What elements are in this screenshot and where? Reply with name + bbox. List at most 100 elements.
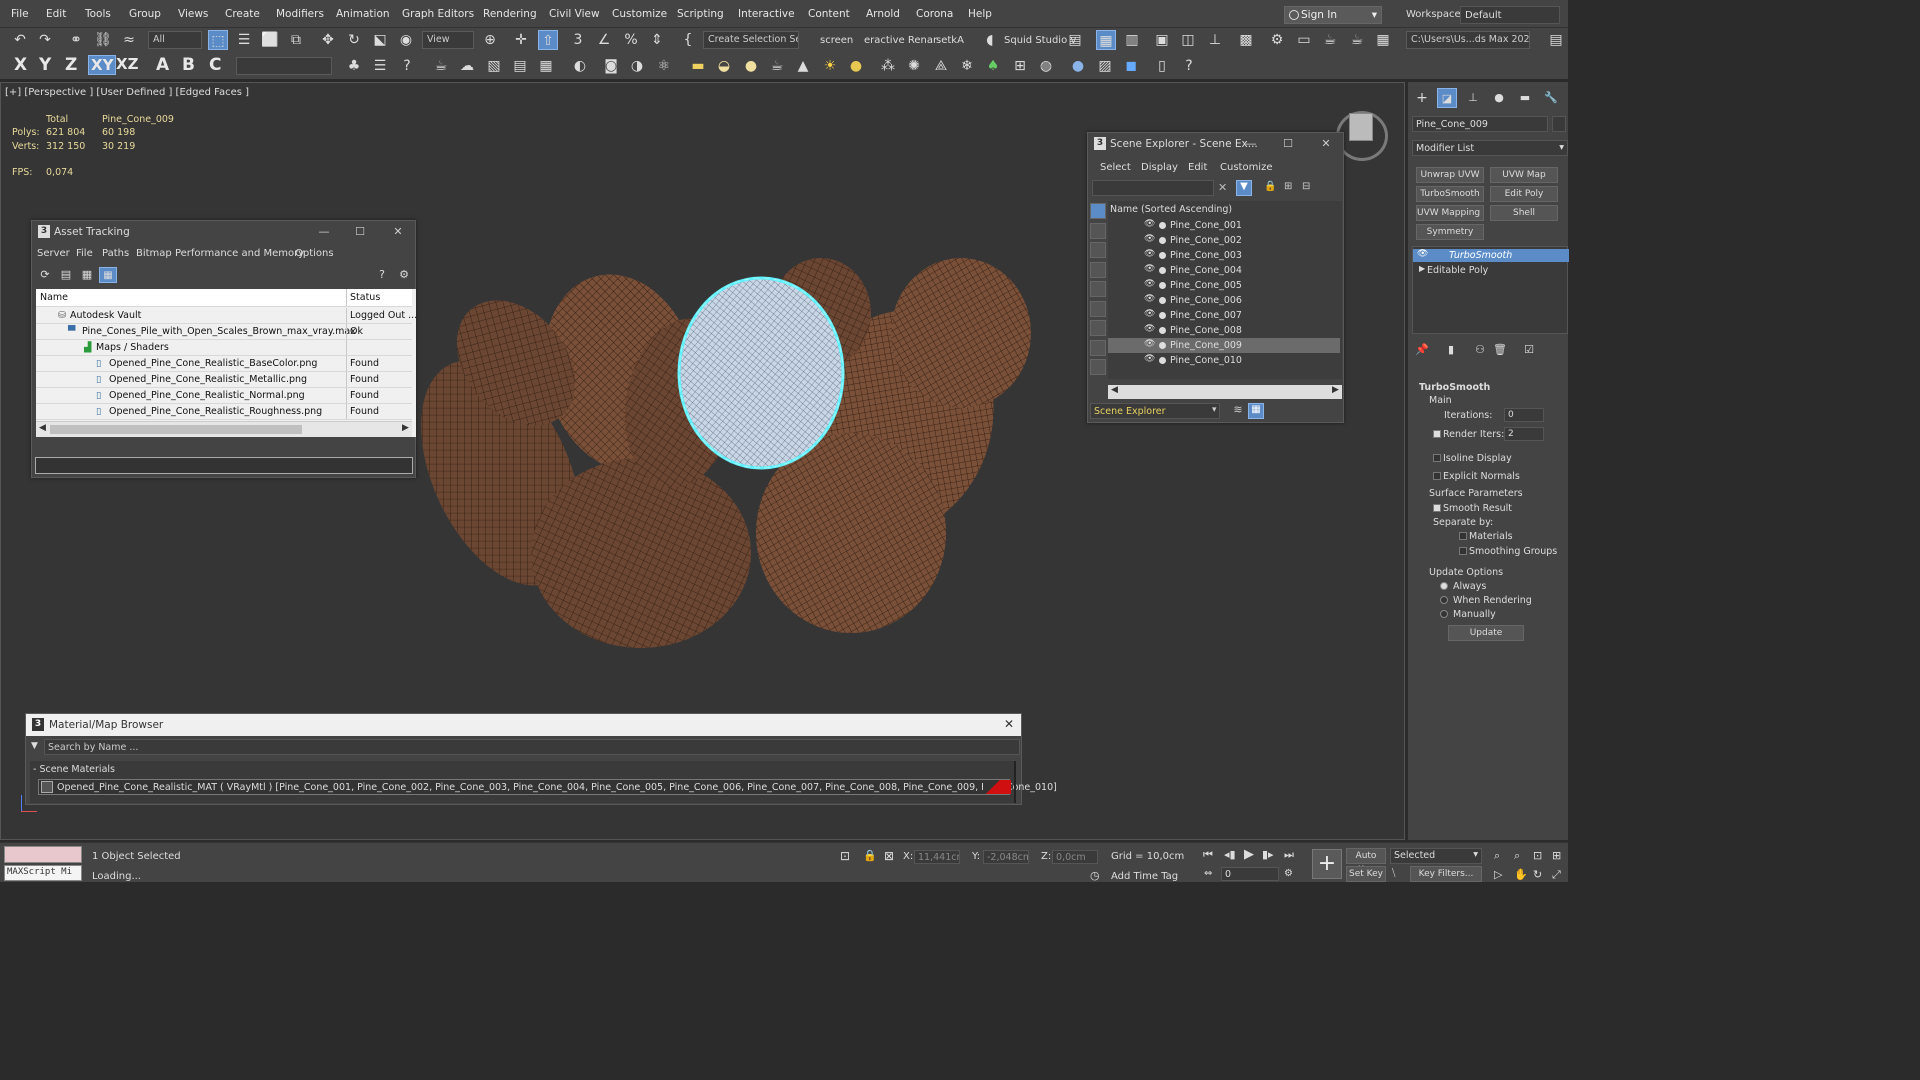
cloud-icon[interactable]: ☁ <box>457 56 477 76</box>
at-menu-paths[interactable]: Paths <box>102 248 129 259</box>
scroll-left-icon[interactable]: ◀ <box>39 423 46 433</box>
redo-icon[interactable]: ↷ <box>35 30 55 50</box>
render-grid-icon[interactable]: ▦ <box>1373 30 1393 50</box>
list-icon[interactable]: ☰ <box>370 56 390 76</box>
smooth-result-checkbox[interactable] <box>1433 504 1441 512</box>
make-unique-icon[interactable]: ⚇ <box>1470 340 1490 360</box>
toolbar-empty-dropdown[interactable] <box>236 57 332 75</box>
key-filters-button[interactable]: Key Filters... <box>1410 866 1482 882</box>
snaps-toggle-icon[interactable]: 3 <box>568 30 588 50</box>
scrollbar-thumb[interactable] <box>50 425 302 434</box>
set-key-button[interactable]: Set Key <box>1346 866 1386 882</box>
go-to-start-icon[interactable]: ⏮ <box>1203 848 1213 862</box>
table-row[interactable]: ▯ Opened_Pine_Cone_Realistic_Metallic.pn… <box>36 372 412 388</box>
spot-light-icon[interactable]: ▲ <box>793 56 813 76</box>
material-search-input[interactable]: Search by Name ... <box>44 739 1020 755</box>
explicit-normals-checkbox[interactable] <box>1433 472 1441 480</box>
visibility-eye-icon[interactable]: 👁 <box>1144 264 1155 274</box>
menu-interactive[interactable]: Interactive <box>738 8 795 20</box>
select-object-icon[interactable]: ⬚ <box>208 30 228 50</box>
menu-scripting[interactable]: Scripting <box>677 8 724 20</box>
horizontal-scrollbar[interactable]: ◀ ▶ <box>36 421 412 437</box>
stack-item-editable-poly[interactable]: ▶ Editable Poly <box>1413 264 1569 277</box>
menu-civil-view[interactable]: Civil View <box>549 8 600 20</box>
select-manipulate-icon[interactable]: ✛ <box>511 30 531 50</box>
chevron-down-icon[interactable]: ▾ <box>1212 405 1217 415</box>
particle-icon[interactable]: ⚛ <box>654 56 674 76</box>
materials-checkbox[interactable] <box>1459 532 1467 540</box>
list-item[interactable]: 👁 Pine_Cone_008 <box>1108 323 1340 338</box>
decal-icon[interactable]: ◍ <box>1036 56 1056 76</box>
orbit-icon[interactable]: ↻ <box>1533 868 1542 881</box>
axis-xy-button[interactable]: XY <box>88 55 117 75</box>
menu-views[interactable]: Views <box>178 8 208 20</box>
render-setup-icon[interactable]: ⚙ <box>1267 30 1287 50</box>
render-dot-icon[interactable] <box>1159 327 1166 334</box>
menu-edit[interactable]: Edit <box>46 8 66 20</box>
unlink-icon[interactable]: ⛓ <box>93 30 113 50</box>
maxscript-mini-listener[interactable]: MAXScript Mi <box>4 865 82 881</box>
maximize-icon[interactable]: ☐ <box>352 224 368 240</box>
exposure-icon[interactable]: ◑ <box>627 56 647 76</box>
project-path-dropdown[interactable]: C:\Users\Us...ds Max 2020 <box>1406 31 1530 49</box>
axis-xz-button[interactable]: XZ <box>116 55 138 73</box>
scene-search-input[interactable] <box>1092 180 1214 196</box>
manually-radio[interactable] <box>1440 610 1448 618</box>
table-view-icon[interactable]: ▦ <box>77 265 97 285</box>
at-menu-server[interactable]: Server <box>37 248 70 259</box>
visibility-eye-icon[interactable]: 👁 <box>1144 294 1155 304</box>
undo-icon[interactable]: ↶ <box>10 30 30 50</box>
close-icon[interactable]: ✕ <box>1318 136 1334 152</box>
display-xrefs-icon[interactable] <box>1090 359 1106 375</box>
list-view-icon[interactable]: ▤ <box>56 265 76 285</box>
play-icon[interactable]: ▶ <box>1244 847 1254 862</box>
displacement-icon[interactable]: ⟁ <box>931 56 951 76</box>
create-tab-icon[interactable]: + <box>1412 88 1432 108</box>
text-tool-b-icon[interactable]: B <box>182 55 195 75</box>
plane-light-icon[interactable]: ▬ <box>688 56 708 76</box>
absolute-mode-icon[interactable]: ⊠ <box>884 849 894 863</box>
render-dot-icon[interactable] <box>1159 282 1166 289</box>
lock-icon[interactable]: 🔒 <box>1264 181 1276 192</box>
visibility-eye-icon[interactable]: 👁 <box>1144 354 1155 364</box>
scene-materials-header[interactable]: - Scene Materials <box>33 764 115 775</box>
at-settings-icon[interactable]: ⚙ <box>394 265 414 285</box>
time-tag-icon[interactable]: ◷ <box>1090 869 1100 882</box>
axis-x-button[interactable]: X <box>14 55 27 75</box>
curve-editor-icon[interactable]: ◫ <box>1178 30 1198 50</box>
fur-icon[interactable]: ✺ <box>904 56 924 76</box>
menu-group[interactable]: Group <box>129 8 161 20</box>
scale-icon[interactable]: ⬕ <box>370 30 390 50</box>
se-menu-select[interactable]: Select <box>1100 162 1131 173</box>
display-lights-icon[interactable] <box>1090 262 1106 278</box>
close-icon[interactable]: ✕ <box>1004 717 1014 731</box>
menu-modifiers[interactable]: Modifiers <box>276 8 324 20</box>
layers-icon[interactable]: ⊟ <box>1302 181 1310 192</box>
sign-in-dropdown[interactable]: Sign In ▾ <box>1284 6 1382 24</box>
zoom-extents-icon[interactable]: ⊡ <box>1533 849 1542 862</box>
render-dot-icon[interactable] <box>1159 222 1166 229</box>
list-item[interactable]: 👁 Pine_Cone_007 <box>1108 308 1340 323</box>
dome-light-icon[interactable]: ◒ <box>714 56 734 76</box>
selection-lock-icon[interactable]: 🔒 <box>863 849 877 862</box>
selection-filter-dropdown[interactable]: All <box>148 31 202 49</box>
render-dot-icon[interactable] <box>1159 342 1166 349</box>
display-shapes-icon[interactable] <box>1090 242 1106 258</box>
display-geometry-icon[interactable] <box>1090 223 1106 239</box>
modify-tab-icon[interactable]: ◪ <box>1437 88 1457 108</box>
modifier-list-dropdown[interactable]: Modifier List ▾ <box>1412 140 1568 156</box>
menu-create[interactable]: Create <box>225 8 260 20</box>
render-iters-checkbox[interactable] <box>1433 430 1441 438</box>
visibility-eye-icon[interactable]: 👁 <box>1144 324 1155 334</box>
squid-icon[interactable]: ◖ <box>980 30 1000 50</box>
go-to-end-icon[interactable]: ⏭ <box>1284 848 1294 862</box>
uvw-mapping-clear-button[interactable]: UVW Mapping Clear <box>1416 205 1484 221</box>
list-item[interactable]: 👁 Pine_Cone_004 <box>1108 263 1340 278</box>
teapot-icon[interactable]: ☕ <box>431 56 451 76</box>
menu-animation[interactable]: Animation <box>336 8 390 20</box>
named-selection-dropdown[interactable]: Create Selection Se <box>703 31 799 49</box>
percent-snap-icon[interactable]: % <box>621 30 641 50</box>
when-rendering-radio[interactable] <box>1440 596 1448 604</box>
update-button[interactable]: Update <box>1448 625 1524 641</box>
plant-icon[interactable]: ♠ <box>983 56 1003 76</box>
